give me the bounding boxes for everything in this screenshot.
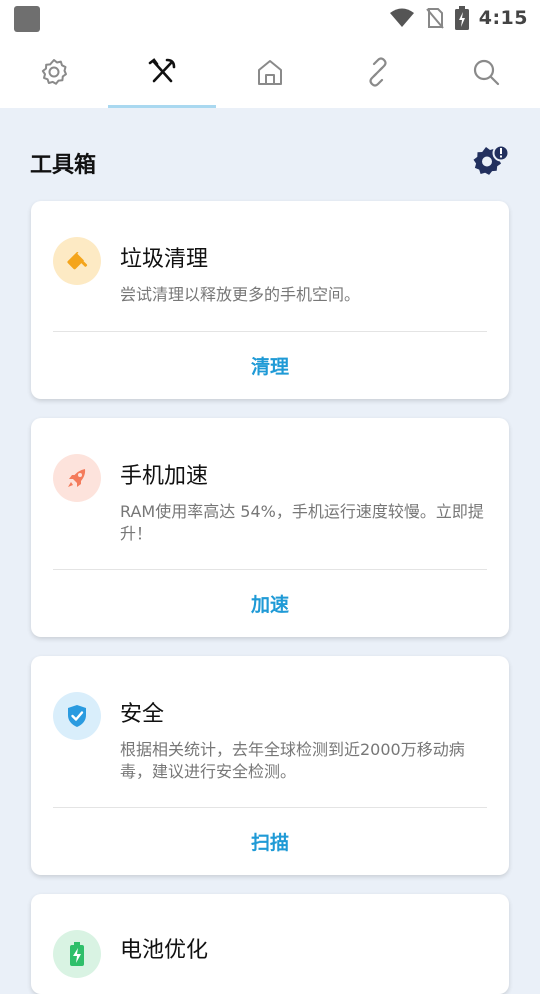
tab-links[interactable] — [324, 36, 432, 108]
home-icon — [258, 60, 282, 85]
card-description: 根据相关统计，去年全球检测到近2000万移动病毒，建议进行安全检测。 — [120, 740, 465, 781]
wifi-icon — [389, 8, 414, 27]
tab-settings[interactable] — [0, 36, 108, 108]
shield-check-icon — [53, 692, 101, 740]
page-title: 工具箱 — [30, 153, 97, 178]
card-title: 垃圾清理 — [120, 247, 209, 272]
gear-alert-icon — [473, 144, 510, 175]
tab-home[interactable] — [216, 36, 324, 108]
boost-button[interactable]: 加速 — [31, 570, 509, 636]
battery-optimize-card: 电池优化 — [31, 894, 509, 994]
top-tab-bar — [0, 36, 540, 108]
no-sim-icon — [425, 8, 444, 29]
card-title: 安全 — [120, 702, 165, 727]
card-description: 尝试清理以释放更多的手机空间。 — [120, 285, 361, 304]
tab-search[interactable] — [432, 36, 540, 108]
status-time: 4:15 — [478, 7, 528, 29]
clean-button[interactable]: 清理 — [31, 332, 509, 398]
card-description: RAM使用率高达 54%，手机运行速度较慢。立即提升！ — [120, 502, 484, 543]
tools-icon — [148, 58, 176, 83]
app-notification-icon — [14, 6, 40, 32]
status-icons: 4:15 — [389, 6, 528, 30]
rocket-icon — [53, 454, 101, 502]
gear-icon — [41, 59, 67, 85]
card-title: 电池优化 — [120, 938, 209, 963]
battery-charging-icon — [454, 6, 469, 30]
junk-clean-card: 垃圾清理 尝试清理以释放更多的手机空间。 清理 — [31, 201, 509, 399]
search-icon — [473, 59, 500, 86]
phone-boost-card: 手机加速 RAM使用率高达 54%，手机运行速度较慢。立即提升！ 加速 — [31, 418, 509, 637]
card-title: 手机加速 — [120, 464, 209, 489]
status-bar: 4:15 — [0, 0, 540, 36]
link-icon — [369, 57, 387, 87]
security-card: 安全 根据相关统计，去年全球检测到近2000万移动病毒，建议进行安全检测。 扫描 — [31, 656, 509, 875]
broom-icon — [53, 237, 101, 285]
battery-bolt-icon — [53, 930, 101, 978]
tab-toolbox[interactable] — [108, 36, 216, 108]
settings-alert-button[interactable] — [468, 142, 512, 182]
scan-button[interactable]: 扫描 — [31, 808, 509, 874]
